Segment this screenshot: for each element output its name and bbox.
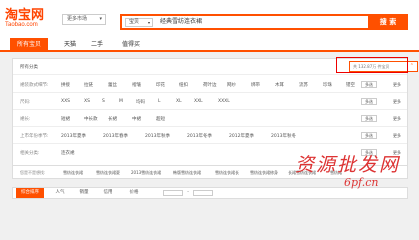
- related-link[interactable]: 雪纺连衣裙长: [215, 170, 239, 176]
- chevron-up-icon: ⌃: [409, 63, 414, 69]
- filter-option[interactable]: XS: [84, 99, 90, 104]
- filter-option[interactable]: 超短: [156, 116, 165, 122]
- tab-tmall[interactable]: 天猫: [58, 38, 82, 52]
- logo-en-text: Taobao.com: [5, 22, 38, 28]
- logo-cn-text: 淘宝网: [5, 8, 45, 23]
- price-max-input[interactable]: [193, 190, 213, 196]
- filter-row-label: 裙装款式细节:: [20, 83, 49, 88]
- more-button[interactable]: 更多: [393, 82, 401, 88]
- filter-option[interactable]: 镂空: [346, 82, 355, 88]
- watermark-cn: 资源批发网: [295, 154, 401, 176]
- chevron-down-icon: ▾: [99, 16, 102, 22]
- market-select[interactable]: 更多市场 ▾: [62, 14, 106, 25]
- price-separator: -: [187, 190, 189, 195]
- filter-option[interactable]: 纽扣: [179, 82, 188, 88]
- filter-option[interactable]: 荷叶边: [203, 82, 217, 88]
- filter-option[interactable]: 绑带: [251, 82, 260, 88]
- filter-option[interactable]: 蕾丝: [108, 82, 117, 88]
- multi-select-button[interactable]: 多选: [361, 98, 377, 105]
- filter-row-label: 裙长:: [20, 117, 31, 122]
- filter-option[interactable]: 2013年冬季: [187, 133, 212, 139]
- filter-option[interactable]: 褶皱: [132, 82, 141, 88]
- related-link[interactable]: 雪纺连衣裙修身: [250, 170, 278, 176]
- filter-option[interactable]: 2013年春季: [103, 133, 128, 139]
- filter-option[interactable]: 中裙: [132, 116, 141, 122]
- filter-option[interactable]: 珍珠: [323, 82, 332, 88]
- tab-worth-buying[interactable]: 值得买: [113, 38, 149, 52]
- multi-select-button[interactable]: 多选: [361, 115, 377, 122]
- filter-option[interactable]: 中长款: [84, 116, 98, 122]
- more-button[interactable]: 更多: [393, 99, 401, 105]
- filter-option[interactable]: S: [102, 99, 105, 104]
- filter-option[interactable]: 印花: [156, 82, 165, 88]
- watermark-en: 6pf.cn: [344, 176, 379, 189]
- filter-row-label: 上市年份季节:: [20, 134, 49, 139]
- sort-sales[interactable]: 销量: [75, 188, 93, 198]
- filter-option[interactable]: XXS: [61, 99, 70, 104]
- filter-option[interactable]: 2013年秋冬: [271, 133, 296, 139]
- search-tabs: 所有宝贝 天猫 二手 值得买: [0, 38, 419, 52]
- search-type-label: 宝贝: [129, 19, 140, 25]
- related-link[interactable]: 韩版雪纺连衣裙: [173, 170, 201, 176]
- highlight-annotation: [336, 57, 408, 73]
- filter-option[interactable]: XXL: [194, 99, 203, 104]
- filter-option[interactable]: 2012年夏季: [229, 133, 254, 139]
- filter-option[interactable]: 拼接: [61, 82, 70, 88]
- filter-option[interactable]: XXXL: [218, 99, 230, 104]
- tab-all-items[interactable]: 所有宝贝: [10, 38, 48, 52]
- header: 淘宝网 Taobao.com 更多市场 ▾ 宝贝 ▾ 搜 索: [0, 0, 419, 38]
- filter-row-season: 上市年份季节: 2013年夏季 2013年春季 2013年秋季 2013年冬季 …: [13, 127, 407, 144]
- filter-row-detail: 裙装款式细节: 拼接 拉链 蕾丝 褶皱 印花 纽扣 荷叶边 网纱 绑带 木耳 流…: [13, 76, 407, 93]
- search-input[interactable]: [160, 16, 320, 28]
- tab-second-hand[interactable]: 二手: [85, 38, 109, 52]
- filter-option[interactable]: 木耳: [275, 82, 284, 88]
- filter-option[interactable]: 短裙: [61, 116, 70, 122]
- related-link[interactable]: 雪纺连衣裙夏: [96, 170, 120, 176]
- sort-price[interactable]: 价格: [123, 188, 145, 198]
- filter-option[interactable]: 拉链: [84, 82, 93, 88]
- sort-default[interactable]: 综合排序: [16, 188, 44, 198]
- filter-option[interactable]: L: [158, 99, 161, 104]
- filter-option[interactable]: 2013年秋季: [145, 133, 170, 139]
- related-link[interactable]: 雪纺连衣裙: [63, 170, 83, 176]
- multi-select-button[interactable]: 多选: [361, 132, 377, 139]
- filter-row-size: 尺码: XXS XS S M 均码 L XL XXL XXXL 多选 更多: [13, 93, 407, 110]
- related-label: 您是不是想找:: [20, 170, 46, 175]
- price-min-input[interactable]: [163, 190, 183, 196]
- search-box: 宝贝 ▾: [120, 14, 370, 30]
- search-type-select[interactable]: 宝贝 ▾: [125, 18, 153, 27]
- filter-option[interactable]: 网纱: [227, 82, 236, 88]
- multi-select-button[interactable]: 多选: [361, 81, 377, 88]
- filter-option[interactable]: 连衣裙: [61, 150, 75, 156]
- related-link[interactable]: 2013雪纺连衣裙: [131, 170, 161, 176]
- filter-row-length: 裙长: 短裙 中长款 长裙 中裙 超短 多选 更多: [13, 110, 407, 127]
- chevron-down-icon: ▾: [147, 20, 150, 25]
- more-button[interactable]: 更多: [393, 116, 401, 122]
- breadcrumb[interactable]: 所有分类: [20, 64, 38, 70]
- filter-option[interactable]: 均码: [136, 99, 145, 105]
- filter-row-label: 相关分类:: [20, 151, 40, 156]
- filter-option[interactable]: M: [119, 99, 123, 104]
- filter-option[interactable]: 长裙: [108, 116, 117, 122]
- search-button[interactable]: 搜 索: [368, 14, 408, 30]
- filter-option[interactable]: 2013年夏季: [61, 133, 86, 139]
- filter-row-label: 尺码:: [20, 100, 31, 105]
- market-select-label: 更多市场: [67, 16, 88, 22]
- filter-option[interactable]: XL: [176, 99, 182, 104]
- sort-popularity[interactable]: 人气: [51, 188, 69, 198]
- taobao-logo[interactable]: 淘宝网 Taobao.com: [5, 9, 44, 29]
- filter-option[interactable]: 流苏: [299, 82, 308, 88]
- sort-credit[interactable]: 信用: [99, 188, 117, 198]
- more-button[interactable]: 更多: [393, 133, 401, 139]
